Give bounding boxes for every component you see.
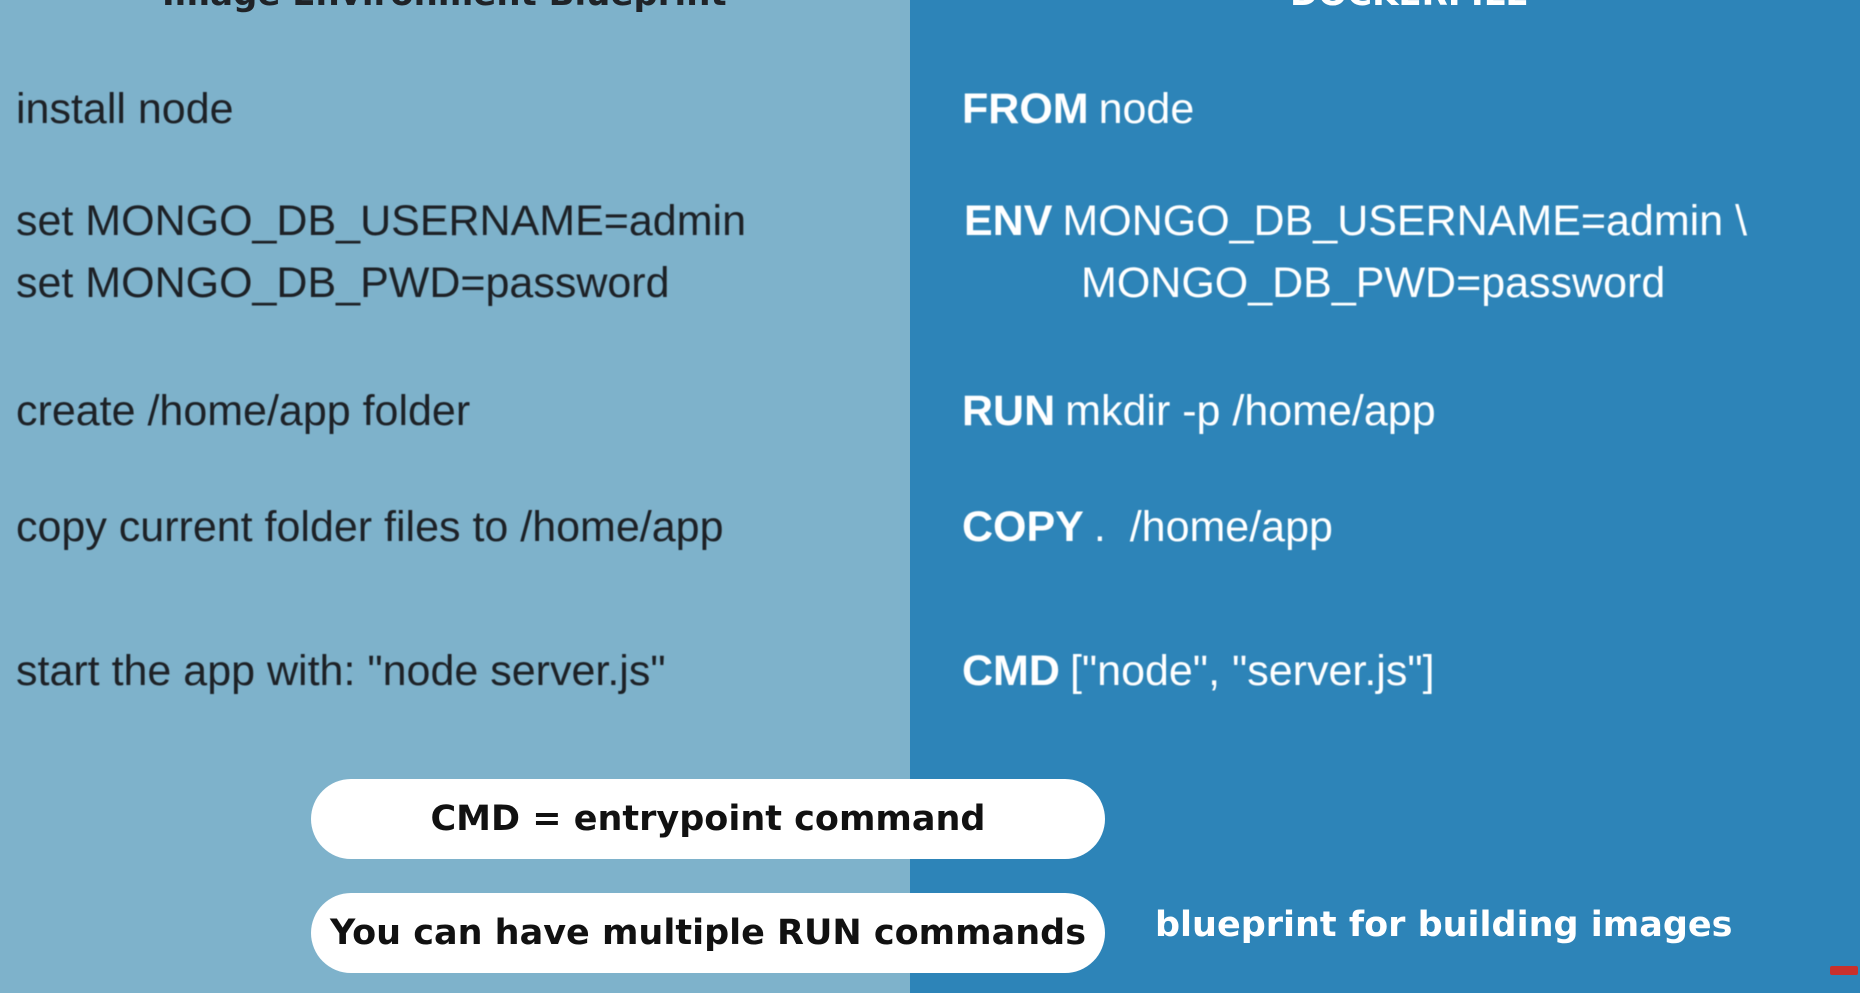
blueprint-line-create-folder: create /home/app folder [16,387,471,435]
dockerfile-keyword: RUN [962,387,1056,435]
dockerfile-keyword: FROM [962,85,1089,133]
blueprint-line-start-app: start the app with: "node server.js" [16,647,666,695]
dockerfile-line-env: ENV MONGO_DB_USERNAME=admin \ [964,196,1747,246]
slide: Image Environment Blueprint DOCKERFILE i… [0,0,1860,993]
blueprint-line-install-node: install node [16,85,234,133]
dockerfile-line-env-continuation: MONGO_DB_PWD=password [1081,258,1665,308]
dockerfile-keyword: ENV [964,197,1053,245]
blueprint-line-copy-files: copy current folder files to /home/app [16,503,724,551]
dockerfile-args: . /home/app [1093,503,1333,551]
channel-badge-icon [1830,966,1858,975]
run-callout: You can have multiple RUN commands [311,893,1105,973]
dockerfile-args: MONGO_DB_PWD=password [1081,259,1666,307]
dockerfile-args: MONGO_DB_USERNAME=admin \ [1062,197,1748,245]
dockerfile-heading: DOCKERFILE [1290,0,1529,14]
dockerfile-keyword: COPY [962,503,1084,551]
dockerfile-args: node [1098,85,1195,133]
dockerfile-args: mkdir -p /home/app [1065,387,1436,435]
dockerfile-caption: blueprint for building images [1155,905,1733,945]
dockerfile-line-copy: COPY. /home/app [962,502,1333,552]
blueprint-line-set-password: set MONGO_DB_PWD=password [16,259,670,307]
dockerfile-args: ["node", "server.js"] [1069,647,1435,695]
dockerfile-line-run: RUN mkdir -p /home/app [962,386,1436,436]
dockerfile-line-from: FROM node [962,84,1194,134]
blueprint-heading: Image Environment Blueprint [162,0,727,14]
dockerfile-line-cmd: CMD ["node", "server.js"] [962,646,1435,696]
dockerfile-keyword: CMD [962,647,1060,695]
blueprint-line-set-username: set MONGO_DB_USERNAME=admin [16,197,747,245]
cmd-callout: CMD = entrypoint command [311,779,1105,859]
